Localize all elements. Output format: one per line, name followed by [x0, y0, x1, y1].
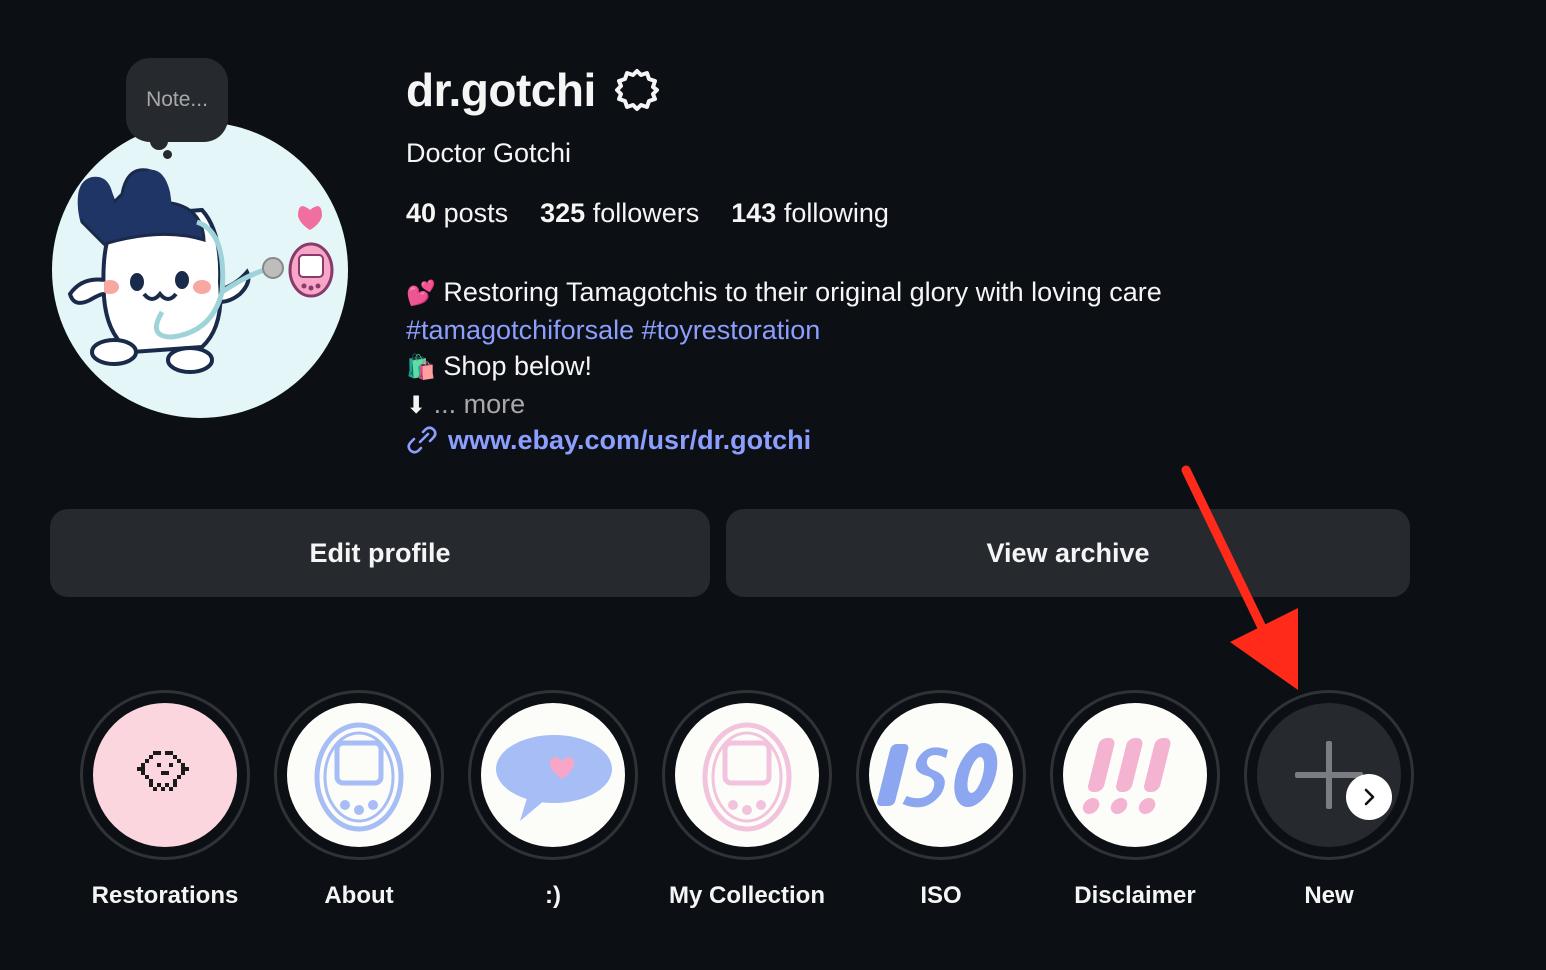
note-bubble[interactable]: Note... — [126, 58, 228, 142]
edit-profile-label: Edit profile — [309, 537, 451, 568]
pixel-pet-icon — [137, 751, 189, 791]
highlight-restorations[interactable]: Restorations — [68, 690, 262, 910]
highlight-my-collection[interactable]: My Collection — [650, 690, 844, 910]
story-highlights: Restorations About:) My Collection ISO … — [0, 690, 1420, 930]
highlight-label: Restorations — [91, 882, 239, 909]
highlight-cover — [1063, 703, 1207, 847]
highlight-new[interactable]: New — [1232, 690, 1426, 910]
profile-stats: 40 posts 325 followers 143 following — [406, 198, 889, 229]
highlight-about[interactable]: About — [262, 690, 456, 910]
followers-count: 325 — [540, 198, 586, 228]
tamagotchi-device-pink-icon — [702, 722, 792, 832]
highlight-smile[interactable]: :) — [456, 690, 650, 910]
tamagotchi-device-icon — [314, 722, 404, 832]
highlight-label: New — [1304, 882, 1354, 909]
highlight-cover — [481, 703, 625, 847]
bio-line-3: 🛍️ Shop below! — [406, 348, 1162, 386]
highlight-cover — [1257, 703, 1401, 847]
username: dr.gotchi — [406, 64, 596, 116]
highlight-cover — [869, 703, 1013, 847]
bio-text: Restoring Tamagotchis to their original … — [443, 277, 1162, 307]
highlight-ring — [80, 690, 250, 860]
tamagotchi-doctor-illustration — [67, 168, 334, 374]
chevron-right-icon — [1364, 788, 1375, 806]
view-archive-label: View archive — [986, 537, 1150, 568]
highlight-label: ISO — [920, 882, 962, 909]
shopping-bag-emoji-icon: 🛍️ — [406, 354, 436, 381]
highlight-cover — [287, 703, 431, 847]
highlight-ring — [468, 690, 638, 860]
followers-label: followers — [592, 198, 700, 228]
bio-shop-text: Shop below! — [443, 351, 593, 381]
highlight-ring — [856, 690, 1026, 860]
hashtag-link[interactable]: #tamagotchiforsale — [406, 315, 634, 345]
highlight-label: About — [324, 882, 394, 909]
highlight-ring — [1050, 690, 1220, 860]
profile-avatar[interactable] — [52, 122, 348, 418]
iso-text-icon — [877, 743, 998, 808]
highlight-cover — [93, 703, 237, 847]
posts-label: posts — [443, 198, 509, 228]
bio-line-4: ⬇ ... more — [406, 386, 1162, 424]
highlights-next-button[interactable] — [1346, 774, 1392, 820]
highlight-ring — [1244, 690, 1414, 860]
username-row: dr.gotchi — [406, 60, 660, 120]
note-placeholder: Note... — [146, 88, 208, 111]
bio-line-1: 💕 Restoring Tamagotchis to their origina… — [406, 274, 1162, 312]
avatar-image[interactable] — [52, 122, 348, 418]
highlight-iso[interactable]: ISO — [844, 690, 1038, 910]
highlight-label: Disclaimer — [1074, 882, 1196, 909]
highlight-label: My Collection — [668, 882, 825, 909]
speech-bubble-heart-icon — [496, 735, 612, 821]
link-chain-icon — [407, 426, 437, 454]
view-archive-button[interactable]: View archive — [726, 509, 1410, 597]
note-bubble-tail-small — [163, 150, 172, 159]
external-link[interactable]: www.ebay.com/usr/dr.gotchi — [406, 424, 811, 456]
bio-more-link[interactable]: ... more — [434, 389, 526, 419]
bio-line-2: #tamagotchiforsale #toyrestoration — [406, 312, 1162, 348]
posts-stat[interactable]: 40 posts — [406, 198, 508, 229]
hashtag-link[interactable]: #toyrestoration — [642, 315, 821, 345]
full-name: Doctor Gotchi — [406, 138, 572, 168]
settings-gear-icon[interactable] — [614, 67, 660, 113]
edit-profile-button[interactable]: Edit profile — [50, 509, 710, 597]
following-count: 143 — [731, 198, 777, 228]
external-link-text: www.ebay.com/usr/dr.gotchi — [448, 424, 812, 455]
following-label: following — [783, 198, 889, 228]
highlight-label: :) — [545, 882, 561, 909]
down-arrow-emoji-icon: ⬇ — [406, 392, 427, 419]
highlight-ring — [274, 690, 444, 860]
posts-count: 40 — [406, 198, 437, 228]
exclamation-marks-icon — [1082, 738, 1171, 814]
followers-stat[interactable]: 325 followers — [540, 198, 699, 229]
highlight-cover — [675, 703, 819, 847]
following-stat[interactable]: 143 following — [731, 198, 889, 229]
hearts-emoji-icon: 💕 — [406, 280, 436, 307]
profile-bio: 💕 Restoring Tamagotchis to their origina… — [406, 274, 1162, 424]
highlight-disclaimer[interactable]: Disclaimer — [1038, 690, 1232, 910]
highlight-ring — [662, 690, 832, 860]
